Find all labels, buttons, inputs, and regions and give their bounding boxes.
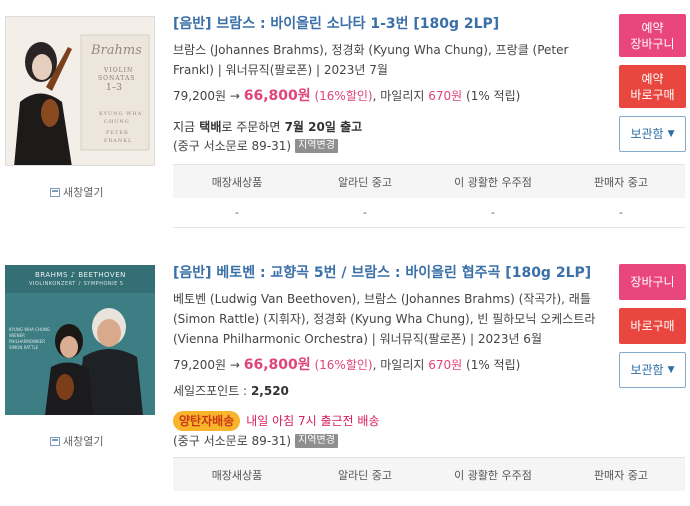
new-window-icon	[50, 187, 60, 197]
wishlist-button[interactable]: 보관함 ▼	[619, 116, 686, 152]
store-header-cell: 매장새상품	[211, 175, 263, 189]
store-header-cell: 판매자 중고	[593, 175, 649, 189]
preorder-buy-button[interactable]: 예약 바로구매	[619, 65, 686, 108]
address-text: (중구 서소문로 89-31)	[173, 434, 292, 448]
wishlist-button[interactable]: 보관함 ▼	[619, 352, 686, 388]
sale-price: 66,800원	[243, 88, 311, 104]
new-window-label: 새창열기	[63, 186, 104, 199]
store-header-cell: 이 광활한 우주점	[454, 175, 532, 189]
yangtan-text: 내일 아침 7시 출근전 배송	[246, 414, 380, 428]
list-price: 79,200원	[173, 358, 227, 372]
store-value-row: - - - -	[173, 198, 685, 228]
album-cover-art	[6, 17, 154, 165]
mileage-rate: (1% 적립)	[466, 358, 521, 372]
cart-button[interactable]: 장바구니	[619, 264, 686, 300]
buy-line2: 바로구매	[630, 87, 675, 102]
store-value-cell: -	[491, 206, 495, 219]
wishlist-label: 보관함	[630, 363, 664, 377]
delivery-date: 7월 20일 출고	[284, 120, 363, 134]
store-value-cell: -	[619, 206, 623, 219]
delivery-method: 택배	[199, 120, 222, 134]
list-price: 79,200원	[173, 89, 227, 103]
delivery-mid: 로 주문하면	[221, 120, 281, 134]
album-cover[interactable]: Brahms VIOLIN SONATAS 1–3 KYUNG WHA CHUN…	[5, 16, 155, 166]
store-header-cell: 알라딘 중고	[337, 468, 393, 482]
cover-script: Brahms	[91, 43, 142, 58]
product-title[interactable]: [음반] 브람스 : 바이올린 소나타 1-3번 [180g 2LP]	[173, 14, 608, 34]
new-window-link[interactable]: 새창열기	[50, 184, 103, 200]
store-value-cell: -	[363, 206, 367, 219]
price-line: 79,200원 → 66,800원 (16%할인), 마일리지 670원 (1%…	[173, 86, 608, 106]
cover-artist1: KYUNG WHA	[99, 111, 143, 117]
cover-artist4: FRANKL	[104, 138, 133, 144]
cover-artist2: CHUNG	[104, 119, 130, 125]
cover-sub: VIOLINKONZERT ♪ SYMPHONIE 5	[29, 281, 124, 287]
yangtan-badge: 양탄자배송	[173, 411, 241, 431]
cover-line1: VIOLIN	[104, 67, 134, 74]
price-arrow: →	[229, 89, 240, 103]
cover-top: BRAHMS ♪ BEETHOVEN	[35, 271, 126, 279]
cover-side4: SIMON RATTLE	[9, 345, 39, 350]
store-availability-table: 매장새상품 알라딘 중고 이 광활한 우주점 판매자 중고	[173, 457, 685, 491]
sales-point: 세일즈포인트 : 2,520	[173, 381, 608, 401]
action-buttons: 예약 장바구니 예약 바로구매 보관함 ▼	[619, 14, 686, 160]
action-buttons: 장바구니 바로구매 보관함 ▼	[619, 264, 686, 396]
store-header-row: 매장새상품 알라딘 중고 이 광활한 우주점 판매자 중고	[173, 457, 685, 491]
buy-now-button[interactable]: 바로구매	[619, 308, 686, 344]
store-header-cell: 이 광활한 우주점	[454, 468, 532, 482]
preorder-cart-button[interactable]: 예약 장바구니	[619, 14, 686, 57]
delivery-info: 지금 택배로 주문하면 7월 20일 출고	[173, 118, 608, 136]
cover-side: KYUNG WHA CHUNG WIENER PHILHARMONIKER SI…	[9, 327, 50, 351]
sales-point-value: 2,520	[250, 384, 289, 398]
mileage-rate: (1% 적립)	[466, 89, 521, 103]
address-text: (중구 서소문로 89-31)	[173, 139, 292, 153]
store-header-cell: 판매자 중고	[593, 468, 649, 482]
price-arrow: →	[229, 358, 240, 372]
store-header-row: 매장새상품 알라딘 중고 이 광활한 우주점 판매자 중고	[173, 164, 685, 198]
discount-rate: (16%할인)	[314, 89, 373, 103]
cart-line1: 예약	[641, 20, 664, 35]
cart-line2: 장바구니	[630, 36, 675, 51]
mileage-label: , 마일리지	[372, 358, 425, 372]
mileage-value: 670원	[428, 89, 463, 103]
product-title[interactable]: [음반] 베토벤 : 교향곡 5번 / 브람스 : 바이올린 협주곡 [180g…	[173, 263, 608, 283]
product-item: Brahms VIOLIN SONATAS 1–3 KYUNG WHA CHUN…	[0, 0, 690, 240]
yangtan-delivery: 양탄자배송 내일 아침 7시 출근전 배송	[173, 411, 608, 431]
new-window-icon	[50, 436, 60, 446]
store-value-cell: -	[235, 206, 239, 219]
delivery-prefix: 지금	[173, 120, 196, 134]
store-header-cell: 알라딘 중고	[337, 175, 393, 189]
product-info: [음반] 브람스 : 바이올린 소나타 1-3번 [180g 2LP] 브람스 …	[173, 14, 608, 156]
new-window-label: 새창열기	[63, 435, 104, 448]
store-availability-table: 매장새상품 알라딘 중고 이 광활한 우주점 판매자 중고 - - - -	[173, 164, 685, 228]
product-item: BRAHMS ♪ BEETHOVEN VIOLINKONZERT ♪ SYMPH…	[0, 250, 690, 506]
caret-down-icon: ▼	[667, 365, 675, 375]
caret-down-icon: ▼	[667, 129, 675, 139]
region-change-button[interactable]: 지역변경	[295, 139, 338, 153]
address-line: (중구 서소문로 89-31) 지역변경	[173, 431, 608, 451]
cover-nums: 1–3	[106, 83, 122, 93]
discount-rate: (16%할인)	[314, 358, 373, 372]
sale-price: 66,800원	[243, 357, 311, 373]
product-info: [음반] 베토벤 : 교향곡 5번 / 브람스 : 바이올린 협주곡 [180g…	[173, 263, 608, 451]
store-header-cell: 매장새상품	[211, 468, 263, 482]
price-line: 79,200원 → 66,800원 (16%할인), 마일리지 670원 (1%…	[173, 355, 608, 375]
cover-line2: SONATAS	[98, 75, 136, 82]
album-cover[interactable]: BRAHMS ♪ BEETHOVEN VIOLINKONZERT ♪ SYMPH…	[5, 265, 155, 415]
new-window-link[interactable]: 새창열기	[50, 433, 103, 449]
cover-artist3: PETER	[106, 130, 129, 136]
address-line: (중구 서소문로 89-31) 지역변경	[173, 136, 608, 156]
buy-line1: 예약	[641, 71, 664, 86]
product-meta: 브람스 (Johannes Brahms), 정경화 (Kyung Wha Ch…	[173, 43, 569, 77]
mileage-value: 670원	[428, 358, 463, 372]
product-meta: 베토벤 (Ludwig Van Beethoven), 브람스 (Johanne…	[173, 292, 596, 346]
region-change-button[interactable]: 지역변경	[295, 434, 338, 448]
wishlist-label: 보관함	[630, 127, 664, 141]
mileage-label: , 마일리지	[372, 89, 425, 103]
sales-point-label: 세일즈포인트 :	[173, 384, 248, 398]
